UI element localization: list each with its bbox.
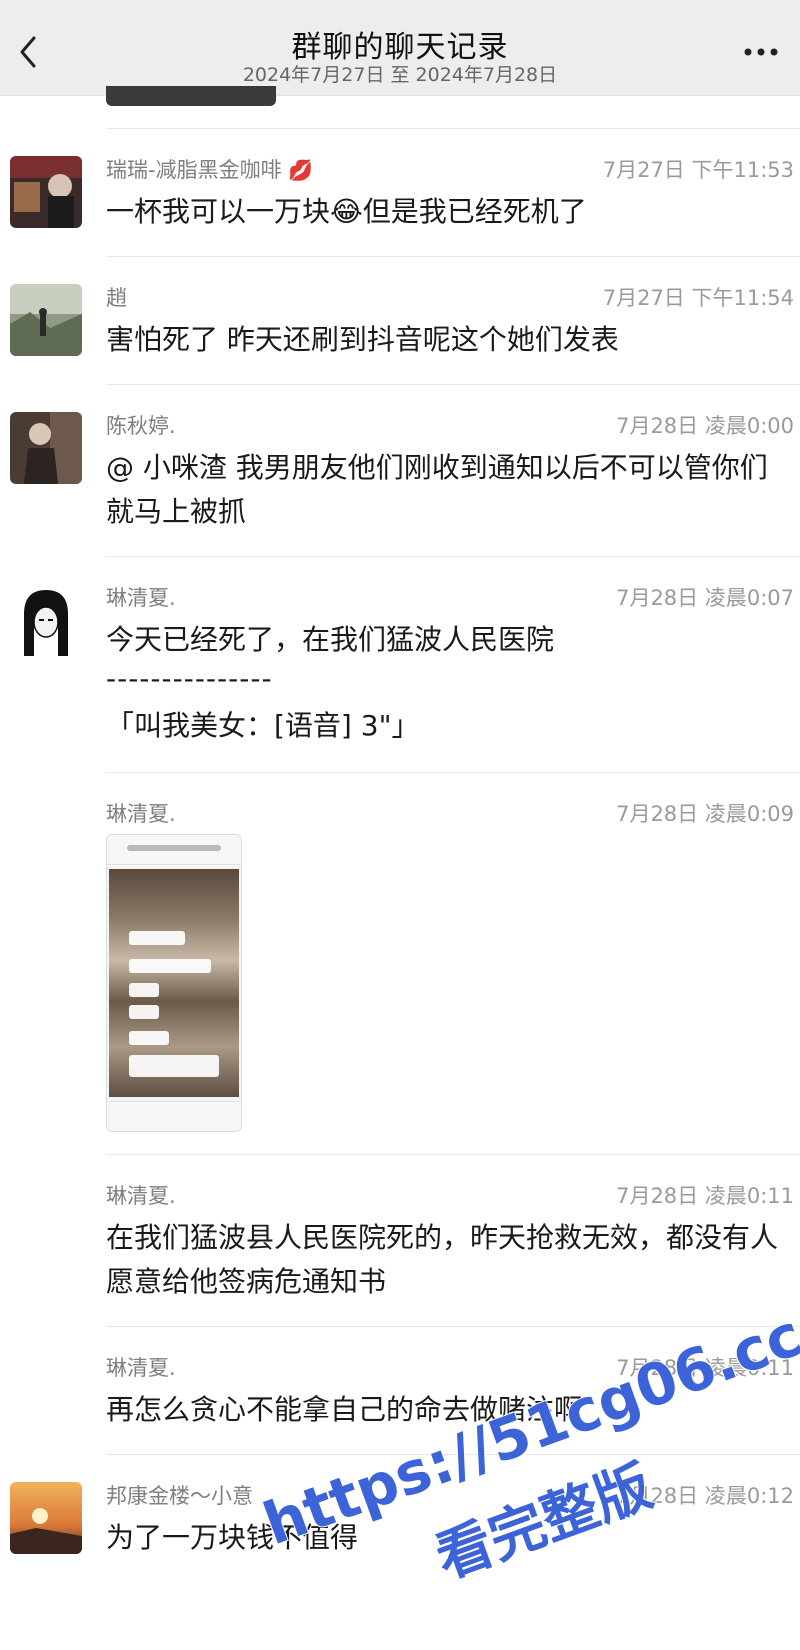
message-text: 害怕死了 昨天还刷到抖音呢这个她们发表 bbox=[106, 323, 619, 356]
divider bbox=[106, 772, 800, 773]
message-text: 在我们猛波县人民医院死的，昨天抢救无效，都没有人愿意给他签病危通知书 bbox=[106, 1221, 779, 1298]
message-item: 趙 7月27日 下午11:54 害怕死了 昨天还刷到抖音呢这个她们发表 bbox=[0, 256, 800, 384]
message-text: 一杯我可以一万块😂但是我已经死机了 bbox=[106, 195, 587, 228]
sender-name: 邦康金楼～小意 bbox=[106, 1484, 253, 1508]
message-text: 为了一万块钱不值得 bbox=[106, 1521, 359, 1554]
message-item: 琳清夏. 7月28日 凌晨0:11 在我们猛波县人民医院死的，昨天抢救无效，都没… bbox=[0, 1154, 800, 1326]
quoted-voice-message[interactable]: 「叫我美女：[语音] 3"」 bbox=[106, 704, 788, 748]
message-time: 7月28日 凌晨0:09 bbox=[616, 802, 794, 826]
message-text: @ 小咪渣 我男朋友他们刚收到通知以后不可以管你们就马上被抓 bbox=[106, 451, 768, 528]
lips-icon: 💋 bbox=[288, 158, 314, 182]
avatar[interactable] bbox=[10, 1482, 82, 1554]
thumbnail-titlebar bbox=[107, 835, 241, 865]
date-range: 2024年7月27日 至 2024年7月28日 bbox=[242, 64, 558, 86]
more-dots-icon bbox=[744, 48, 778, 56]
message-time: 7月28日 凌晨0:11 bbox=[616, 1184, 794, 1208]
divider bbox=[106, 1454, 800, 1455]
message-text: 今天已经死了，在我们猛波人民医院 bbox=[106, 623, 555, 656]
divider bbox=[106, 256, 800, 257]
quote-separator: --------------- bbox=[106, 662, 273, 695]
message-time: 7月28日 凌晨0:12 bbox=[616, 1484, 794, 1508]
message-time: 7月28日 凌晨0:11 bbox=[616, 1356, 794, 1380]
message-item: 琳清夏. 7月28日 凌晨0:11 再怎么贪心不能拿自己的命去做赌注啊 bbox=[0, 1326, 800, 1454]
sender-name: 趙 bbox=[106, 286, 127, 310]
divider bbox=[106, 384, 800, 385]
sender-name: 琳清夏. bbox=[106, 1356, 176, 1380]
message-text: 再怎么贪心不能拿自己的命去做赌注啊 bbox=[106, 1393, 583, 1426]
message-item: 邦康金楼～小意 7月28日 凌晨0:12 为了一万块钱不值得 bbox=[0, 1454, 800, 1650]
message-time: 7月27日 下午11:54 bbox=[602, 286, 794, 310]
message-time: 7月28日 凌晨0:00 bbox=[616, 414, 794, 438]
sender-name: 陈秋婷. bbox=[106, 414, 176, 438]
avatar[interactable] bbox=[10, 284, 82, 356]
previous-message-bubble[interactable] bbox=[106, 86, 276, 106]
chat-screenshot-thumbnail[interactable] bbox=[106, 834, 242, 1132]
chat-history-header: 群聊的聊天记录 2024年7月27日 至 2024年7月28日 bbox=[0, 0, 800, 96]
divider bbox=[106, 556, 800, 557]
avatar[interactable] bbox=[10, 584, 82, 656]
more-button[interactable] bbox=[736, 34, 786, 70]
message-item: 瑞瑞-减脂黑金咖啡 💋 7月27日 下午11:53 一杯我可以一万块😂但是我已经… bbox=[0, 128, 800, 256]
divider bbox=[106, 128, 800, 129]
avatar[interactable] bbox=[10, 412, 82, 484]
message-item: 陈秋婷. 7月28日 凌晨0:00 @ 小咪渣 我男朋友他们刚收到通知以后不可以… bbox=[0, 384, 800, 556]
sender-name: 琳清夏. bbox=[106, 802, 176, 826]
sender-name: 琳清夏. bbox=[106, 1184, 176, 1208]
sender-name: 瑞瑞-减脂黑金咖啡 💋 bbox=[106, 158, 314, 182]
message-time: 7月27日 下午11:53 bbox=[602, 158, 794, 182]
message-time: 7月28日 凌晨0:07 bbox=[616, 586, 794, 610]
avatar[interactable] bbox=[10, 156, 82, 228]
thumbnail-inputbar bbox=[107, 1101, 241, 1131]
sender-name: 琳清夏. bbox=[106, 586, 176, 610]
message-item: 琳清夏. 7月28日 凌晨0:09 bbox=[0, 772, 800, 1154]
message-item: 琳清夏. 7月28日 凌晨0:07 今天已经死了，在我们猛波人民医院 -----… bbox=[0, 556, 800, 772]
divider bbox=[106, 1154, 800, 1155]
divider bbox=[106, 1326, 800, 1327]
